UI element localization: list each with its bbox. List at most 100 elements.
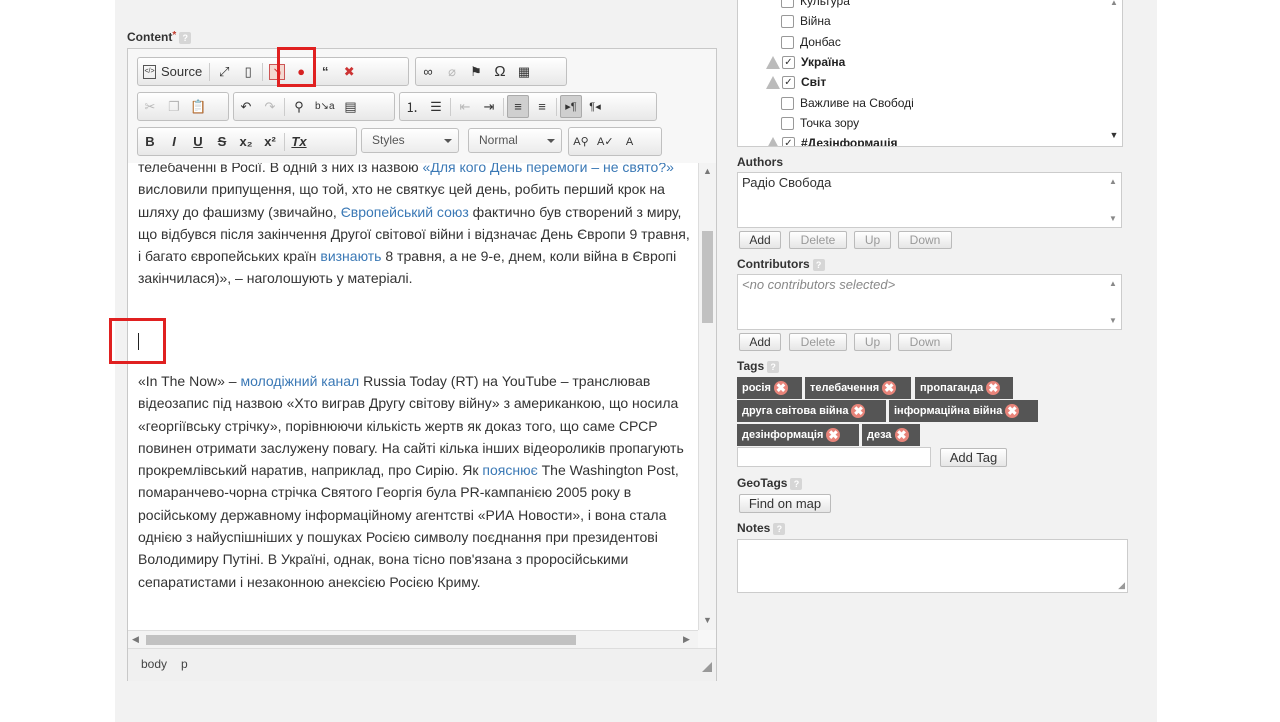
outdent-icon[interactable]: ⇤ [454, 95, 476, 118]
help-icon[interactable]: ? [790, 477, 803, 490]
horizontal-scrollbar[interactable]: ◀ ▶ [128, 630, 698, 648]
article-link[interactable]: пояснює [482, 462, 537, 478]
indent-icon[interactable]: ⇥ [478, 95, 500, 118]
category-item[interactable]: Культура [781, 0, 850, 8]
ltr-icon[interactable]: ▸¶ [560, 95, 582, 118]
clear-format-button[interactable]: Tx [288, 130, 310, 153]
maximize-icon[interactable]: ⤢ [213, 60, 235, 83]
category-checkbox[interactable]: ✓ [782, 136, 795, 146]
italic-button[interactable]: I [163, 130, 185, 153]
omega-icon[interactable]: Ω [489, 60, 511, 83]
subscript-button[interactable]: x₂ [235, 130, 257, 153]
article-link[interactable]: Європейський союз [341, 204, 469, 220]
link-icon[interactable]: ∞ [417, 60, 439, 83]
category-item[interactable]: ✓ Україна [766, 55, 845, 69]
vertical-scrollbar[interactable]: ▲ ▼ [698, 163, 716, 630]
category-item[interactable]: ✓ Світ [766, 75, 826, 89]
copy-icon[interactable]: ❐ [163, 95, 185, 118]
paste-icon[interactable]: 📋 [187, 95, 209, 118]
scroll-right-icon[interactable]: ▶ [683, 634, 690, 645]
unlink-icon[interactable]: ⌀ [441, 60, 463, 83]
article-link[interactable]: визнають [320, 248, 381, 264]
quote-icon[interactable]: “ [314, 60, 336, 83]
superscript-button[interactable]: x² [259, 130, 281, 153]
rtl-icon[interactable]: ¶◂ [584, 95, 606, 118]
align-right-icon[interactable]: ≡ [531, 95, 553, 118]
help-icon[interactable]: ? [773, 522, 786, 535]
contributors-down-button[interactable]: Down [898, 333, 952, 351]
scrollbar-thumb[interactable] [702, 231, 713, 323]
category-item[interactable]: Важливе на Свободі [781, 96, 914, 110]
find-icon[interactable]: ⚲ [288, 95, 310, 118]
scroll-up-icon[interactable]: ▲ [1106, 279, 1120, 288]
authors-delete-button[interactable]: Delete [789, 231, 847, 249]
show-blocks-icon[interactable]: ▯ [237, 60, 259, 83]
path-body[interactable]: body [141, 657, 167, 671]
article-link[interactable]: «Для кого День перемоги – не свято?» [423, 163, 674, 175]
help-icon[interactable]: ? [812, 258, 825, 271]
tag-input[interactable] [737, 447, 931, 467]
styles-combo[interactable]: Styles [361, 128, 459, 153]
find-on-map-button[interactable]: Find on map [739, 494, 831, 513]
category-item[interactable]: Війна [781, 14, 831, 28]
bullet-list-icon[interactable]: ☰ [425, 95, 447, 118]
remove-tag-icon[interactable]: ✖ [894, 428, 909, 443]
numbered-list-icon[interactable]: ⒈ [401, 95, 423, 118]
replace-icon[interactable]: b↘a [312, 95, 338, 118]
category-item[interactable]: ✓ #Дезінформація [766, 136, 898, 146]
strikethrough-button[interactable]: S [211, 130, 233, 153]
cut-icon[interactable]: ✂ [139, 95, 161, 118]
remove-tag-icon[interactable]: ✖ [773, 381, 788, 396]
authors-down-button[interactable]: Down [898, 231, 952, 249]
zoom-icon[interactable]: A [619, 130, 641, 153]
authors-up-button[interactable]: Up [854, 231, 891, 249]
editor-content-area[interactable]: телебаченні в Росії. В одній з них із на… [128, 163, 698, 630]
path-p[interactable]: p [181, 657, 188, 671]
underline-button[interactable]: U [187, 130, 209, 153]
remove-embed-icon[interactable]: ✖ [338, 60, 360, 83]
category-checkbox[interactable] [781, 35, 794, 49]
scrollbar-thumb[interactable] [146, 635, 576, 645]
undo-icon[interactable]: ↶ [235, 95, 257, 118]
scroll-left-icon[interactable]: ◀ [132, 634, 139, 645]
contributors-delete-button[interactable]: Delete [789, 333, 847, 351]
add-tag-button[interactable]: Add Tag [940, 448, 1007, 467]
contributors-list[interactable]: <no contributors selected> ▲ ▼ [737, 274, 1122, 330]
category-checkbox[interactable] [781, 14, 794, 28]
category-checkbox[interactable]: ✓ [782, 75, 795, 89]
scroll-up-icon[interactable]: ▲ [703, 166, 712, 176]
author-item[interactable]: Радіо Свобода [742, 175, 831, 190]
select-all-icon[interactable]: ▤ [340, 95, 362, 118]
remove-tag-icon[interactable]: ✖ [986, 381, 1001, 396]
category-checkbox[interactable] [781, 0, 794, 8]
resize-handle-icon[interactable]: ◢ [1118, 580, 1125, 591]
remove-tag-icon[interactable]: ✖ [1005, 404, 1020, 419]
format-combo[interactable]: Normal [468, 128, 562, 153]
spellcheck-icon[interactable]: A⚲ [570, 130, 592, 153]
category-item[interactable]: Донбас [781, 35, 841, 49]
align-left-icon[interactable]: ≡ [507, 95, 529, 118]
authors-add-button[interactable]: Add [739, 231, 781, 249]
remove-tag-icon[interactable]: ✖ [882, 381, 897, 396]
scroll-up-icon[interactable]: ▲ [1106, 177, 1120, 186]
source-button[interactable]: </> Source [139, 60, 206, 83]
notes-textarea[interactable]: ◢ [737, 539, 1128, 593]
category-item[interactable]: Точка зору [781, 116, 859, 130]
remove-tag-icon[interactable]: ✖ [851, 404, 866, 419]
scroll-down-icon[interactable]: ▼ [1107, 130, 1121, 140]
flag-icon[interactable]: ⚑ [465, 60, 487, 83]
scroll-down-icon[interactable]: ▼ [1106, 316, 1120, 325]
table-icon[interactable]: ▦ [513, 60, 535, 83]
authors-list[interactable]: Радіо Свобода ▲ ▼ [737, 172, 1122, 228]
category-checkbox[interactable] [781, 116, 794, 130]
help-icon[interactable]: ? [179, 31, 192, 44]
bold-button[interactable]: B [139, 130, 161, 153]
remove-tag-icon[interactable]: ✖ [826, 428, 841, 443]
resize-handle-icon[interactable] [702, 662, 712, 672]
category-checkbox[interactable] [781, 96, 794, 110]
contributors-up-button[interactable]: Up [854, 333, 891, 351]
category-checkbox[interactable]: ✓ [782, 55, 795, 69]
help-icon[interactable]: ? [767, 360, 780, 373]
scroll-down-icon[interactable]: ▼ [703, 615, 712, 625]
contributors-add-button[interactable]: Add [739, 333, 781, 351]
